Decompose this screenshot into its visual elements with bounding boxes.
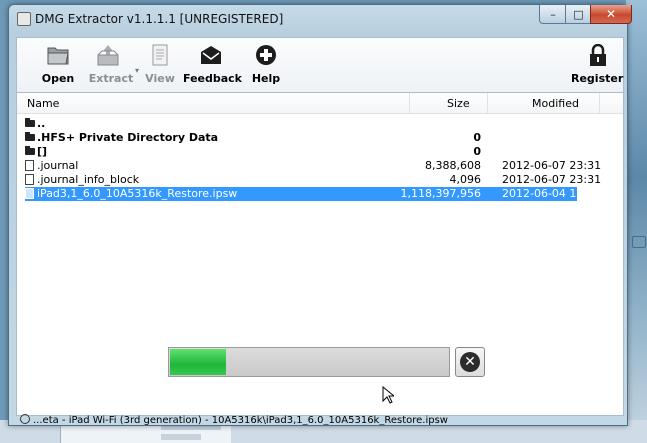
window-title: DMG Extractor v1.1.1.1 [UNREGISTERED] bbox=[35, 12, 284, 26]
extraction-progress-bar bbox=[168, 347, 450, 377]
list-row[interactable]: .journal 8,388,608 2012-06-07 23:31 bbox=[25, 159, 601, 173]
column-header-size[interactable]: Size bbox=[447, 97, 470, 110]
list-row[interactable]: .journal_info_block 4,096 2012-06-07 23:… bbox=[25, 173, 601, 187]
register-button-label: Register bbox=[571, 72, 624, 85]
folder-icon bbox=[25, 118, 35, 127]
row-size: 0 bbox=[473, 131, 481, 144]
list-row-parent[interactable]: .. bbox=[25, 117, 577, 131]
toolbar: Open Extract ▾ View Feedback Help Regist… bbox=[16, 37, 624, 93]
help-button[interactable]: Help bbox=[243, 38, 289, 90]
desktop-window-glimpse-icon bbox=[632, 236, 646, 248]
maximize-button[interactable]: □ bbox=[565, 5, 592, 24]
desktop-background-right bbox=[626, 0, 647, 443]
column-header-modified[interactable]: Modified bbox=[532, 97, 579, 110]
view-button-label: View bbox=[145, 72, 175, 85]
minimize-button[interactable]: – bbox=[539, 5, 567, 24]
row-name: .. bbox=[37, 117, 46, 130]
row-size: 8,388,608 bbox=[425, 159, 481, 172]
help-button-label: Help bbox=[251, 72, 281, 85]
close-circle-icon: ✕ bbox=[460, 352, 480, 372]
file-icon bbox=[25, 160, 34, 171]
row-size: 1,118,397,956 bbox=[400, 187, 481, 200]
row-modified: 2012-06-04 10:52 bbox=[502, 187, 602, 200]
row-name: [] bbox=[37, 145, 48, 158]
padlock-icon bbox=[590, 44, 606, 66]
app-icon bbox=[17, 12, 31, 26]
extract-button-label: Extract bbox=[88, 72, 134, 85]
row-name: .HFS+ Private Directory Data bbox=[37, 131, 219, 144]
row-modified: 2012-06-07 23:31 bbox=[502, 159, 602, 172]
column-divider[interactable] bbox=[599, 93, 600, 113]
view-button[interactable]: View bbox=[137, 38, 183, 90]
column-header-name[interactable]: Name bbox=[27, 97, 59, 110]
status-text: ...eta - iPad Wi-Fi (3rd generation) - 1… bbox=[33, 415, 448, 425]
folder-icon bbox=[25, 132, 35, 141]
folder-open-icon bbox=[47, 47, 69, 65]
file-icon bbox=[25, 174, 34, 185]
open-button-label: Open bbox=[41, 72, 75, 85]
column-divider[interactable] bbox=[487, 93, 488, 113]
row-size: 0 bbox=[473, 145, 481, 158]
envelope-icon bbox=[201, 46, 221, 64]
row-modified: 2012-06-07 23:31 bbox=[502, 173, 602, 186]
status-bar: ...eta - iPad Wi-Fi (3rd generation) - 1… bbox=[16, 414, 622, 425]
title-bar[interactable]: DMG Extractor v1.1.1.1 [UNREGISTERED] – … bbox=[9, 5, 632, 31]
cancel-button[interactable]: ✕ bbox=[455, 347, 485, 377]
folder-icon bbox=[25, 146, 35, 155]
list-row[interactable]: .HFS+ Private Directory Data 0 bbox=[25, 131, 577, 145]
open-button[interactable]: Open bbox=[35, 38, 81, 90]
register-button[interactable]: Register bbox=[571, 38, 623, 90]
row-name: .journal bbox=[37, 159, 79, 172]
extract-button[interactable]: Extract bbox=[85, 38, 137, 90]
plus-circle-icon bbox=[256, 45, 276, 65]
file-icon bbox=[25, 188, 34, 199]
clock-icon bbox=[20, 414, 30, 424]
close-window-button[interactable]: ✕ bbox=[590, 5, 632, 24]
list-row-selected[interactable]: iPad3,1_6.0_10A5316k_Restore.ipsw 1,118,… bbox=[25, 187, 601, 201]
extract-box-icon bbox=[97, 45, 119, 66]
mouse-cursor-icon bbox=[382, 386, 394, 404]
column-divider[interactable] bbox=[409, 93, 410, 113]
row-size: 4,096 bbox=[449, 173, 482, 186]
progress-fill bbox=[170, 349, 226, 375]
document-view-icon bbox=[152, 44, 168, 66]
list-header: Name Size Modified bbox=[17, 93, 623, 114]
explorer-item-glimpse bbox=[161, 434, 201, 440]
feedback-button-label: Feedback bbox=[183, 72, 242, 85]
row-name: iPad3,1_6.0_10A5316k_Restore.ipsw bbox=[37, 187, 238, 200]
row-name: .journal_info_block bbox=[37, 173, 140, 186]
feedback-button[interactable]: Feedback bbox=[183, 38, 242, 90]
list-row[interactable]: [] 0 bbox=[25, 145, 577, 159]
